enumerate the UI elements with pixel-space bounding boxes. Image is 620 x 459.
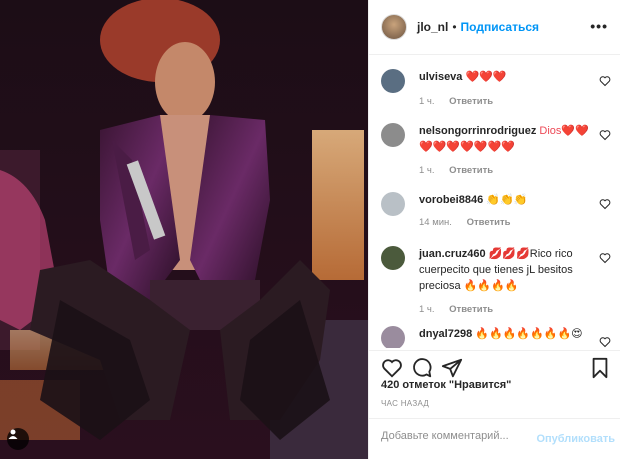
comments-list: ulviseva ❤️❤️❤️ 1 ч. Ответить nelsongorr… (369, 56, 620, 348)
comment-username[interactable]: dnyal7298 (419, 328, 472, 340)
comment-text: 👏👏👏 (486, 194, 528, 206)
list-item: ulviseva ❤️❤️❤️ 1 ч. Ответить (381, 69, 611, 119)
comment-body: vorobei8846 👏👏👏 (419, 192, 599, 208)
list-item: nelsongorrinrodriguez Dios❤️❤️❤️❤️❤️❤️❤️… (381, 123, 611, 183)
heart-icon[interactable] (599, 252, 611, 264)
avatar[interactable] (381, 326, 405, 348)
more-icon[interactable]: ••• (590, 19, 608, 33)
post-header: jlo_nl • Подписаться ••• (369, 0, 620, 55)
heart-icon[interactable] (381, 357, 403, 379)
heart-icon[interactable] (599, 336, 611, 348)
comment-username[interactable]: vorobei8846 (419, 194, 483, 206)
post-photo[interactable] (0, 0, 368, 459)
comment-meta: 1 ч. Ответить (419, 96, 505, 107)
reply-button[interactable]: Ответить (467, 217, 511, 228)
avatar[interactable] (381, 192, 405, 216)
tag-people-button[interactable] (7, 428, 29, 450)
comment-input[interactable] (381, 430, 531, 442)
avatar[interactable] (381, 69, 405, 93)
post-username[interactable]: jlo_nl (417, 20, 448, 34)
heart-icon[interactable] (599, 198, 611, 210)
bookmark-icon[interactable] (589, 357, 611, 379)
comment-time: 1 ч. (419, 304, 435, 315)
comment-text: ❤️❤️❤️ (465, 71, 507, 83)
comment-body: juan.cruz460 💋💋💋Rico rico cuerpecito que… (419, 246, 599, 294)
tag-people-icon (8, 429, 18, 439)
comment-time: 14 мин. (419, 217, 452, 228)
publish-button[interactable]: Опубликовать (536, 433, 615, 445)
likes-count[interactable]: 420 отметок "Нравится" (381, 379, 511, 391)
performer-photo (0, 0, 368, 459)
post-time: час назад (381, 399, 430, 408)
avatar[interactable] (381, 14, 407, 40)
comment-time: 1 ч. (419, 165, 435, 176)
list-item: dnyal7298 🔥🔥🔥🔥🔥🔥🔥😍 (381, 326, 611, 348)
comment-meta: 14 мин. Ответить (419, 217, 522, 228)
avatar[interactable] (381, 123, 405, 147)
comment-time: 1 ч. (419, 96, 435, 107)
follow-button[interactable]: Подписаться (461, 20, 539, 34)
comment-body: dnyal7298 🔥🔥🔥🔥🔥🔥🔥😍 (419, 326, 599, 342)
comment-meta: 1 ч. Ответить (419, 165, 505, 176)
comment-username[interactable]: ulviseva (419, 71, 462, 83)
list-item: juan.cruz460 💋💋💋Rico rico cuerpecito que… (381, 246, 611, 321)
heart-icon[interactable] (599, 75, 611, 87)
comment-body: nelsongorrinrodriguez Dios❤️❤️❤️❤️❤️❤️❤️… (419, 123, 599, 155)
comment-icon[interactable] (411, 357, 433, 379)
add-comment-bar: Опубликовать (369, 418, 620, 459)
comment-username[interactable]: nelsongorrinrodriguez (419, 125, 536, 137)
reply-button[interactable]: Ответить (449, 96, 493, 107)
action-bar (369, 350, 620, 379)
list-item: vorobei8846 👏👏👏 14 мин. Ответить (381, 192, 611, 237)
share-icon[interactable] (441, 357, 463, 379)
avatar[interactable] (381, 246, 405, 270)
comment-body: ulviseva ❤️❤️❤️ (419, 69, 599, 85)
post-side-panel: jlo_nl • Подписаться ••• ulviseva ❤️❤️❤️… (368, 0, 620, 459)
reply-button[interactable]: Ответить (449, 304, 493, 315)
comment-text: 🔥🔥🔥🔥🔥🔥🔥😍 (475, 328, 583, 340)
comment-username[interactable]: juan.cruz460 (419, 248, 486, 260)
separator-dot: • (452, 20, 457, 34)
comment-meta: 1 ч. Ответить (419, 304, 505, 315)
reply-button[interactable]: Ответить (449, 165, 493, 176)
heart-icon[interactable] (599, 129, 611, 141)
